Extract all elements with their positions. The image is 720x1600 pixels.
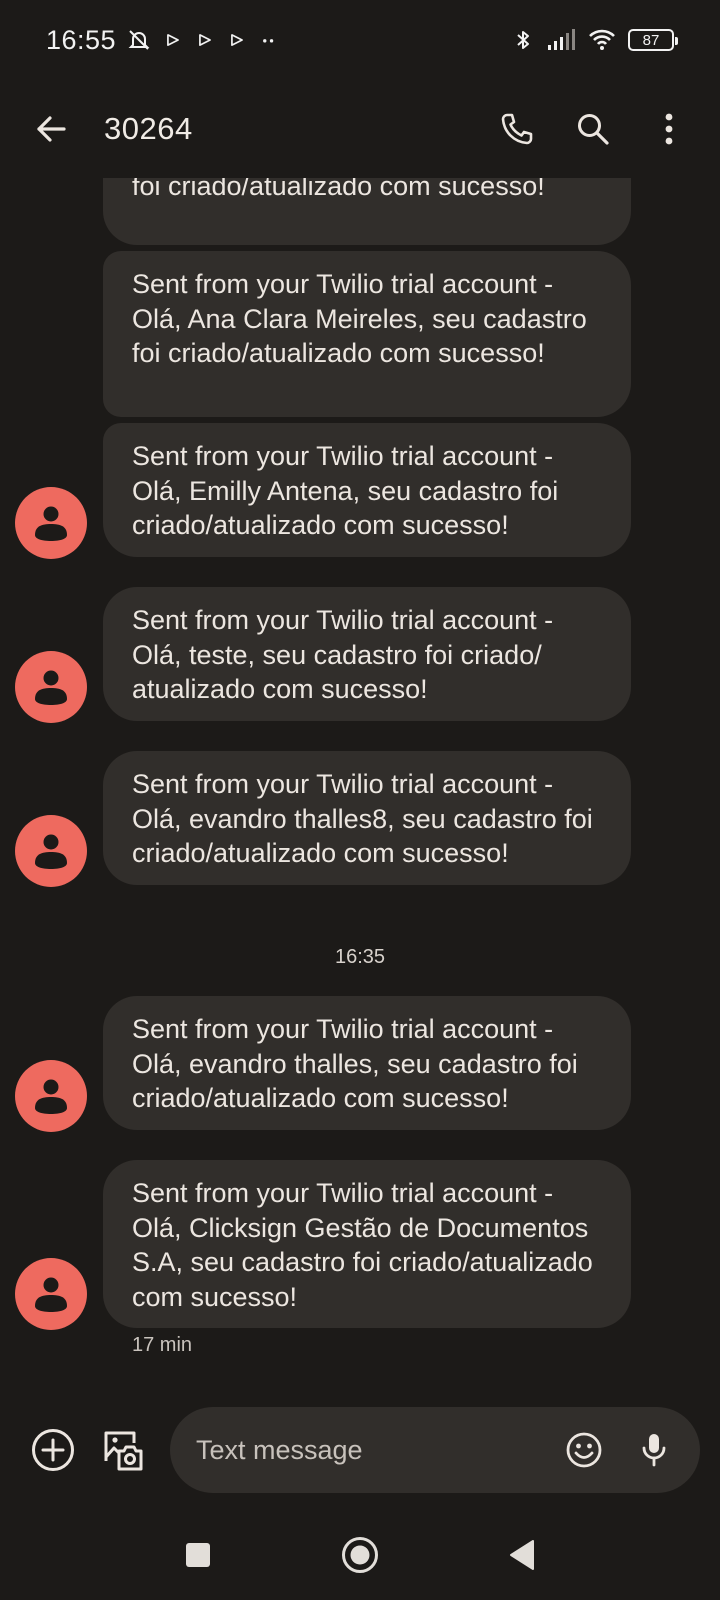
square-icon xyxy=(186,1543,210,1567)
home-button[interactable] xyxy=(333,1528,387,1582)
avatar[interactable] xyxy=(15,651,87,723)
photo-camera-icon xyxy=(104,1431,143,1471)
compose-bar xyxy=(0,1390,720,1510)
add-attachment-button[interactable] xyxy=(26,1423,80,1477)
signal-icon xyxy=(548,29,575,50)
add-circle-icon xyxy=(32,1429,74,1471)
more-options-button[interactable] xyxy=(642,102,696,156)
wifi-icon xyxy=(589,29,615,50)
status-time: 16:55 xyxy=(46,24,117,55)
play-notification-icon xyxy=(199,34,212,46)
search-icon xyxy=(578,114,609,145)
message-bubble[interactable]: Sent from your Twilio trial account - Ol… xyxy=(103,587,631,721)
search-button[interactable] xyxy=(566,102,620,156)
message-bubble[interactable]: Sent from your Twilio trial account - Ol… xyxy=(103,178,631,245)
compose-field[interactable] xyxy=(170,1407,700,1493)
avatar[interactable] xyxy=(15,1060,87,1132)
message-bubble[interactable]: Sent from your Twilio trial account - Ol… xyxy=(103,251,631,417)
bluetooth-icon xyxy=(517,31,529,49)
back-arrow-icon xyxy=(37,116,66,142)
message-bubble[interactable]: Sent from your Twilio trial account - Ol… xyxy=(103,1160,631,1328)
emoji-icon xyxy=(566,1432,602,1468)
more-vertical-icon xyxy=(665,113,673,145)
play-notification-icon xyxy=(231,34,244,46)
battery-level: 87 xyxy=(642,31,660,49)
battery-indicator: 87 xyxy=(628,29,678,51)
person-icon xyxy=(35,834,67,869)
phone-icon xyxy=(501,113,533,145)
time-divider: 16:35 xyxy=(334,946,386,968)
back-nav-button[interactable] xyxy=(495,1528,549,1582)
avatar[interactable] xyxy=(15,815,87,887)
system-navigation-bar xyxy=(0,1510,720,1600)
contact-title: 30264 xyxy=(104,111,193,146)
message-bubble[interactable]: Sent from your Twilio trial account - Ol… xyxy=(103,996,631,1130)
gallery-camera-button[interactable] xyxy=(96,1423,150,1477)
voice-input-button[interactable] xyxy=(634,1423,674,1477)
message-bubble[interactable]: Sent from your Twilio trial account - Ol… xyxy=(103,751,631,885)
person-icon xyxy=(35,670,67,705)
avatar[interactable] xyxy=(15,1258,87,1330)
messages-screen: Sent from your Twilio trial account - Ol… xyxy=(0,0,720,1600)
more-notifications-icon xyxy=(263,39,274,43)
call-button[interactable] xyxy=(490,102,544,156)
person-icon xyxy=(35,1277,67,1312)
avatar[interactable] xyxy=(15,487,87,559)
play-notification-icon xyxy=(167,34,180,46)
conversation-list[interactable]: Sent from your Twilio trial account - Ol… xyxy=(0,178,720,1390)
recent-apps-button[interactable] xyxy=(171,1528,225,1582)
message-bubble[interactable]: Sent from your Twilio trial account - Ol… xyxy=(103,423,631,557)
status-bar: 16:55 87 xyxy=(0,0,720,80)
app-bar: 30264 xyxy=(0,80,720,178)
message-timestamp: 17 min xyxy=(132,1334,193,1356)
microphone-icon xyxy=(642,1434,666,1467)
text-message-input[interactable] xyxy=(196,1434,564,1466)
emoji-button[interactable] xyxy=(564,1423,604,1477)
person-icon xyxy=(35,506,67,541)
person-icon xyxy=(35,1079,67,1114)
back-button[interactable] xyxy=(24,102,78,156)
home-circle-icon xyxy=(342,1537,378,1573)
muted-bell-icon xyxy=(128,30,150,50)
triangle-back-icon xyxy=(510,1540,534,1570)
